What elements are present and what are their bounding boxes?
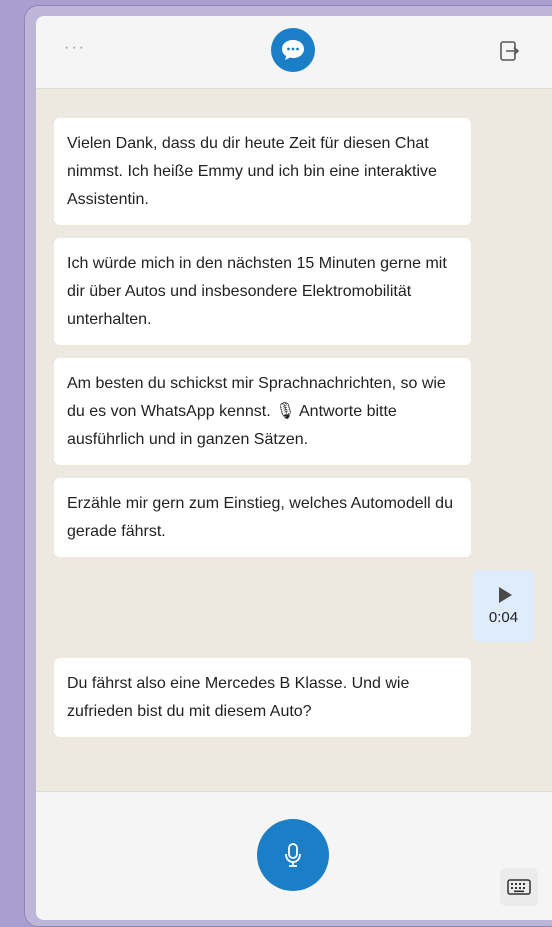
chat-app: ··· Vielen Dank, dass du dir heute Zeit … — [36, 16, 552, 920]
assistant-message: Am besten du schickst mir Sprachnachrich… — [54, 358, 471, 465]
voice-message-duration: 0:04 — [488, 608, 519, 626]
keyboard-button[interactable] — [500, 868, 538, 906]
assistant-message: Ich würde mich in den nächsten 15 Minute… — [54, 238, 471, 345]
microphone-icon — [285, 843, 301, 867]
assistant-message: Erzähle mir gern zum Einstieg, welches A… — [54, 478, 471, 557]
assistant-message: Vielen Dank, dass du dir heute Zeit für … — [54, 118, 471, 225]
voice-message[interactable]: 0:04 — [473, 570, 534, 642]
exit-icon[interactable] — [498, 40, 520, 62]
record-voice-button[interactable] — [257, 819, 329, 891]
message-list: Vielen Dank, dass du dir heute Zeit für … — [36, 88, 552, 788]
play-icon[interactable] — [498, 586, 512, 603]
chat-footer — [36, 791, 552, 920]
assistant-message: Du fährst also eine Mercedes B Klasse. U… — [54, 658, 471, 737]
chat-header: ··· — [36, 16, 552, 89]
chat-bubble-icon — [271, 28, 315, 72]
keyboard-icon — [507, 879, 531, 895]
more-options-icon[interactable]: ··· — [64, 38, 86, 58]
